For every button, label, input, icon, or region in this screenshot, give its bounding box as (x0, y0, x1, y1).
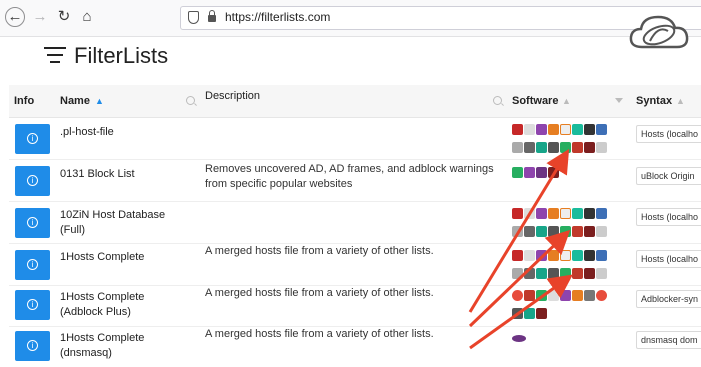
annotation-arrows (468, 148, 573, 350)
